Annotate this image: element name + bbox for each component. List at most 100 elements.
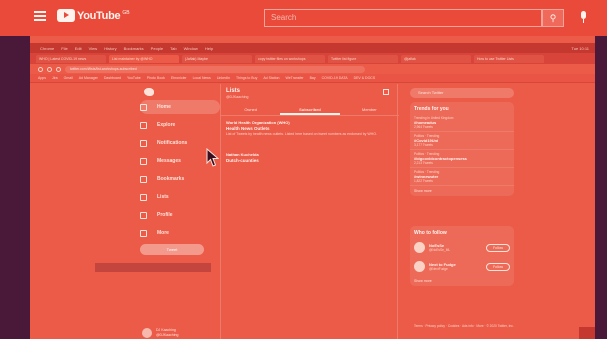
menu-item[interactable]: History — [104, 46, 116, 51]
twitter-search-input[interactable]: Search Twitter — [410, 88, 514, 98]
trends-title: Trends for you — [414, 106, 449, 112]
trends-show-more[interactable]: Show more — [410, 186, 514, 196]
list-name: Dutch-cuunties — [226, 158, 259, 163]
more-icon — [140, 229, 147, 237]
bookmark-item[interactable]: Ad Manager — [79, 76, 98, 80]
nav-home[interactable]: Home — [140, 100, 220, 114]
youtube-region: GB — [122, 9, 130, 16]
tab-subscribed[interactable]: Subscribed — [280, 104, 340, 115]
trend-item[interactable]: Politics · Trending #bigcovidcontractope… — [410, 150, 514, 168]
browser-tab[interactable]: Twitter list figure — [328, 54, 398, 63]
forward-icon[interactable] — [47, 66, 52, 72]
list-owner: World Health Organization (WHO) — [226, 120, 290, 125]
trend-item[interactable]: Trending in United Kingdom #homeadus 2,9… — [410, 114, 514, 132]
follow-button[interactable]: Follow — [486, 243, 510, 252]
new-list-icon[interactable] — [383, 89, 389, 95]
profile-switcher[interactable]: DJ Kaaching @DJKaaching — [142, 328, 178, 338]
twitter-right-column: Search Twitter Trends for you Trending i… — [406, 84, 518, 339]
list-name: Health News Outlets — [226, 126, 270, 131]
mac-menubar: Chrome File Edit View History Bookmarks … — [30, 43, 595, 53]
mouse-cursor-icon — [206, 148, 220, 167]
follow-suggestion[interactable]: NoEsSe @NoEsSe_ML Follow — [410, 238, 514, 257]
nav-lists[interactable]: Lists — [140, 190, 220, 204]
follow-suggestion[interactable]: Next to Fudge @NextFudge Follow — [410, 257, 514, 276]
page-subtitle: @DJKaaching — [226, 95, 249, 99]
home-icon — [140, 103, 147, 111]
bookmark-item[interactable]: Apps — [38, 76, 46, 80]
avatar — [414, 242, 425, 253]
nav-bookmarks[interactable]: Bookmarks — [140, 172, 220, 186]
bookmarks-bar: Apps Jira Gmail Ad Manager Dashboard You… — [30, 74, 595, 83]
tab-owned[interactable]: Owned — [221, 104, 280, 115]
bookmark-item[interactable]: Ehronicler — [171, 76, 187, 80]
browser-tab[interactable]: WHO | Latest COVID-19 news — [36, 54, 106, 63]
menu-item[interactable]: People — [151, 46, 163, 51]
bookmark-item[interactable]: Things to Buy — [236, 76, 257, 80]
reload-icon[interactable] — [56, 66, 61, 72]
trends-panel: Trends for you Trending in United Kingdo… — [410, 102, 514, 196]
trend-count: 2,213 Tweets — [414, 161, 433, 165]
avatar — [414, 261, 425, 272]
nav-more[interactable]: More — [140, 226, 220, 240]
youtube-search-input[interactable]: Search — [264, 9, 542, 27]
browser-tab-active[interactable]: List maintainer by @WHO — [109, 54, 179, 63]
video-progress-bar[interactable] — [95, 263, 211, 272]
menu-item[interactable]: Help — [205, 46, 213, 51]
list-owner: Nathan Kuchelda — [226, 152, 259, 157]
follow-button[interactable]: Follow — [486, 262, 510, 271]
youtube-play-icon — [57, 9, 75, 22]
bookmark-item[interactable]: Ad Station — [263, 76, 279, 80]
nav-explore[interactable]: Explore — [140, 118, 220, 132]
follow-handle: @NoEsSe_ML — [429, 248, 451, 252]
menu-item[interactable]: Chrome — [40, 46, 54, 51]
bookmark-item[interactable]: WeTransfer — [286, 76, 304, 80]
nav-profile[interactable]: Profile — [140, 208, 220, 222]
url-field[interactable]: twitter.com/i/lists/list-workshops-subsc… — [65, 65, 365, 73]
bookmark-item[interactable]: Photo Book — [147, 76, 165, 80]
list-item[interactable]: Nathan Kuchelda Dutch-cuunties — [226, 152, 392, 163]
browser-tab[interactable]: @jaflak — [401, 54, 471, 63]
back-icon[interactable] — [38, 66, 43, 72]
bookmark-item[interactable]: Bay — [310, 76, 316, 80]
twitter-bird-icon[interactable] — [144, 88, 154, 96]
list-icon — [140, 193, 147, 201]
bookmark-item[interactable]: Dashboard — [104, 76, 121, 80]
bookmark-item[interactable]: DEV & DOCS — [354, 76, 376, 80]
bookmark-item[interactable]: YouTube — [127, 76, 141, 80]
video-player[interactable]: Chrome File Edit View History Bookmarks … — [30, 36, 595, 339]
bell-icon — [140, 139, 147, 147]
who-show-more[interactable]: Show more — [410, 276, 514, 286]
browser-tab[interactable]: How to use Twitter Lists — [474, 54, 544, 63]
browser-tabbar: WHO | Latest COVID-19 news List maintain… — [30, 53, 595, 64]
page-title: Lists — [226, 88, 241, 94]
trend-count: 3,177 Tweets — [414, 143, 433, 147]
microphone-icon[interactable] — [578, 11, 588, 25]
browser-tab[interactable]: copy twitter files on workshops — [255, 54, 325, 63]
bookmark-item[interactable]: Gmail — [64, 76, 73, 80]
menu-item[interactable]: Edit — [75, 46, 82, 51]
menu-item[interactable]: View — [89, 46, 98, 51]
trend-count: 1,822 Tweets — [414, 179, 433, 183]
menu-item[interactable]: Bookmarks — [124, 46, 144, 51]
menu-item[interactable]: Tab — [170, 46, 176, 51]
menu-item[interactable]: File — [61, 46, 67, 51]
footer-links[interactable]: Terms · Privacy policy · Cookies · Ads i… — [414, 324, 514, 329]
trend-item[interactable]: Politics · Trending #winnewuter 1,822 Tw… — [410, 168, 514, 186]
left-frame — [0, 0, 30, 339]
trend-item[interactable]: Politics · Trending #Covid19Uni 3,177 Tw… — [410, 132, 514, 150]
hashtag-icon — [140, 121, 147, 129]
bookmark-item[interactable]: Jira — [52, 76, 58, 80]
list-item[interactable]: World Health Organization (WHO) Health N… — [226, 120, 392, 137]
tweet-button[interactable]: Tweet — [140, 244, 204, 255]
list-description: List of Tweets by health news outlets. L… — [226, 132, 377, 136]
bookmark-item[interactable]: Local News — [193, 76, 211, 80]
tab-member[interactable]: Member — [340, 104, 399, 115]
browser-tab[interactable]: (Jaflak) Maybe — [182, 54, 252, 63]
search-icon[interactable]: ⚲ — [542, 9, 564, 27]
menu-item[interactable]: Window — [184, 46, 198, 51]
bookmark-item[interactable]: LinkedIn — [217, 76, 230, 80]
youtube-logo[interactable]: YouTube GB — [57, 9, 130, 22]
hamburger-menu-icon[interactable] — [34, 11, 46, 21]
bookmark-item[interactable]: COVID-19 DATA — [322, 76, 348, 80]
envelope-icon — [140, 157, 147, 165]
